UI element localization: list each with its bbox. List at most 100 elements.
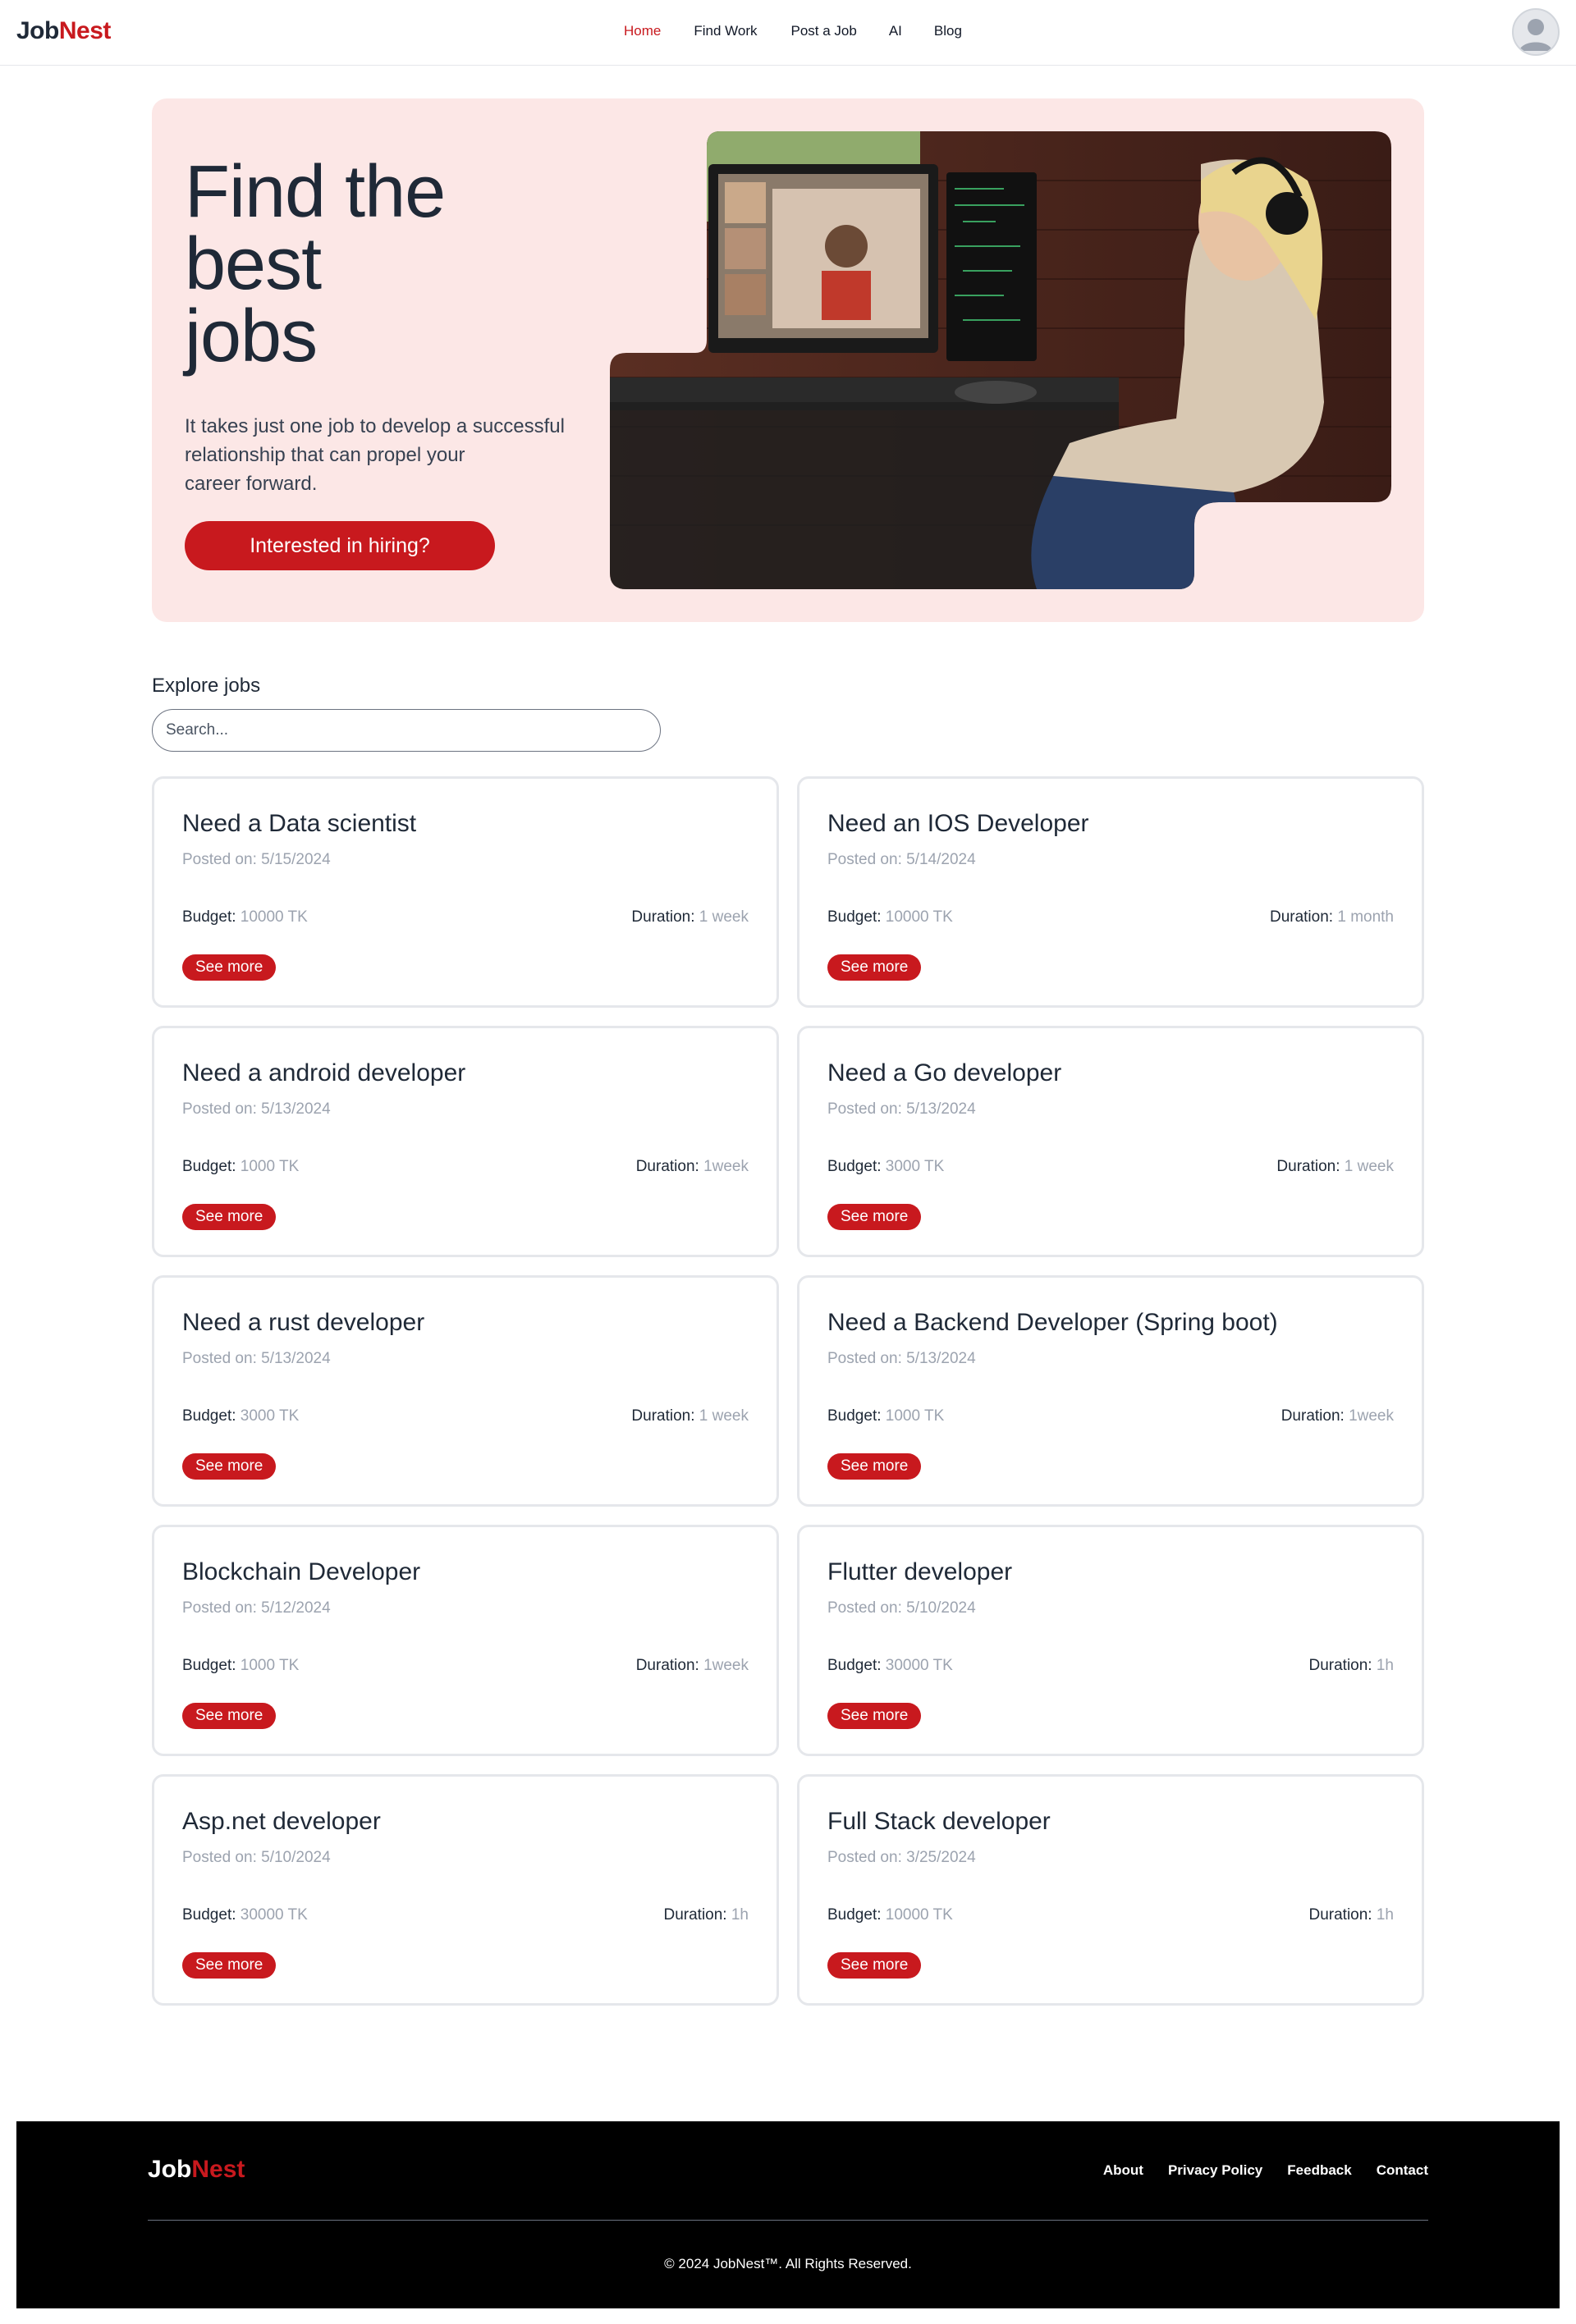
duration-label: Duration: bbox=[1280, 1407, 1349, 1425]
job-duration: Duration: 1 week bbox=[631, 1407, 749, 1425]
user-avatar-icon[interactable] bbox=[1512, 8, 1560, 56]
footer-link-contact[interactable]: Contact bbox=[1377, 2162, 1428, 2179]
job-duration: Duration: 1week bbox=[636, 1657, 749, 1675]
posted-date-value: 3/25/2024 bbox=[906, 1849, 976, 1866]
hero-subtitle: It takes just one job to develop a succe… bbox=[185, 412, 595, 498]
nav-link-ai[interactable]: AI bbox=[889, 23, 902, 39]
see-more-button[interactable]: See more bbox=[182, 1952, 277, 1979]
job-title[interactable]: Blockchain Developer bbox=[182, 1558, 420, 1586]
duration-value: 1week bbox=[703, 1158, 749, 1175]
copyright-text: © 2024 JobNest™. All Rights Reserved. bbox=[664, 2256, 912, 2271]
budget-value: 10000 TK bbox=[240, 908, 308, 926]
hero-title-line-3: jobs bbox=[185, 295, 318, 377]
posted-date-value: 5/10/2024 bbox=[261, 1849, 331, 1866]
hero-banner: Find the best jobs It takes just one job… bbox=[152, 98, 1424, 622]
job-card: Full Stack developer Posted on: 3/25/202… bbox=[797, 1774, 1424, 2006]
nav-link-post-a-job[interactable]: Post a Job bbox=[791, 23, 857, 39]
job-posted-date: Posted on: 5/13/2024 bbox=[827, 1350, 976, 1368]
hero-title: Find the best jobs bbox=[185, 155, 529, 373]
budget-label: Budget: bbox=[182, 1906, 241, 1924]
job-posted-date: Posted on: 5/12/2024 bbox=[182, 1599, 331, 1617]
job-posted-date: Posted on: 5/10/2024 bbox=[182, 1849, 331, 1867]
budget-label: Budget: bbox=[827, 1906, 886, 1924]
posted-on-label: Posted on: bbox=[827, 1100, 907, 1118]
job-duration: Duration: 1h bbox=[1308, 1906, 1394, 1924]
duration-label: Duration: bbox=[635, 1158, 704, 1175]
job-title[interactable]: Need an IOS Developer bbox=[827, 810, 1089, 838]
job-budget: Budget: 10000 TK bbox=[827, 908, 953, 926]
job-duration: Duration: 1h bbox=[663, 1906, 749, 1924]
nav-link-home[interactable]: Home bbox=[624, 23, 661, 39]
see-more-button[interactable]: See more bbox=[827, 1204, 922, 1230]
job-duration: Duration: 1 week bbox=[1276, 1158, 1394, 1176]
duration-label: Duration: bbox=[631, 908, 699, 926]
job-title[interactable]: Need a android developer bbox=[182, 1059, 465, 1087]
job-card: Need a Go developer Posted on: 5/13/2024… bbox=[797, 1026, 1424, 1257]
duration-label: Duration: bbox=[1269, 908, 1338, 926]
job-budget: Budget: 1000 TK bbox=[182, 1158, 299, 1176]
see-more-button[interactable]: See more bbox=[827, 1952, 922, 1979]
job-title[interactable]: Need a Go developer bbox=[827, 1059, 1061, 1087]
footer-logo-job-text: Job bbox=[148, 2156, 192, 2183]
budget-label: Budget: bbox=[827, 1158, 886, 1175]
see-more-button[interactable]: See more bbox=[182, 1453, 277, 1480]
budget-value: 10000 TK bbox=[885, 1906, 953, 1924]
job-posted-date: Posted on: 5/13/2024 bbox=[182, 1100, 331, 1119]
posted-on-label: Posted on: bbox=[182, 1350, 262, 1367]
job-title[interactable]: Asp.net developer bbox=[182, 1808, 381, 1836]
job-title[interactable]: Need a Data scientist bbox=[182, 810, 416, 838]
duration-label: Duration: bbox=[1308, 1906, 1377, 1924]
job-card: Need an IOS Developer Posted on: 5/14/20… bbox=[797, 776, 1424, 1008]
see-more-button[interactable]: See more bbox=[182, 954, 277, 981]
hero-subtitle-line-2: relationship that can propel your bbox=[185, 444, 465, 466]
nav-links: Home Find Work Post a Job AI Blog bbox=[624, 23, 962, 39]
explore-jobs-heading: Explore jobs bbox=[152, 675, 261, 697]
posted-on-label: Posted on: bbox=[182, 1599, 262, 1617]
posted-on-label: Posted on: bbox=[827, 851, 907, 868]
job-duration: Duration: 1 month bbox=[1270, 908, 1394, 926]
duration-label: Duration: bbox=[635, 1657, 704, 1674]
duration-value: 1 month bbox=[1337, 908, 1394, 926]
job-title[interactable]: Full Stack developer bbox=[827, 1808, 1051, 1836]
budget-value: 10000 TK bbox=[885, 908, 953, 926]
duration-label: Duration: bbox=[663, 1906, 731, 1924]
footer-link-privacy-policy[interactable]: Privacy Policy bbox=[1168, 2162, 1262, 2179]
posted-date-value: 5/12/2024 bbox=[261, 1599, 331, 1617]
job-budget: Budget: 1000 TK bbox=[182, 1657, 299, 1675]
posted-on-label: Posted on: bbox=[827, 1849, 907, 1866]
posted-date-value: 5/15/2024 bbox=[261, 851, 331, 868]
see-more-button[interactable]: See more bbox=[182, 1204, 277, 1230]
hero-title-line-1: Find the bbox=[185, 151, 446, 233]
job-title[interactable]: Need a Backend Developer (Spring boot) bbox=[827, 1309, 1278, 1337]
see-more-button[interactable]: See more bbox=[827, 1703, 922, 1729]
job-title[interactable]: Need a rust developer bbox=[182, 1309, 424, 1337]
job-budget: Budget: 3000 TK bbox=[827, 1158, 944, 1176]
posted-on-label: Posted on: bbox=[827, 1350, 907, 1367]
search-input[interactable] bbox=[152, 709, 661, 752]
footer-divider bbox=[148, 2220, 1428, 2221]
job-posted-date: Posted on: 5/14/2024 bbox=[827, 851, 976, 869]
duration-value: 1week bbox=[1349, 1407, 1394, 1425]
nav-link-find-work[interactable]: Find Work bbox=[694, 23, 757, 39]
posted-date-value: 5/13/2024 bbox=[261, 1100, 331, 1118]
brand-logo[interactable]: JobNest bbox=[16, 17, 111, 45]
footer-link-feedback[interactable]: Feedback bbox=[1287, 2162, 1351, 2179]
hero-title-line-2: best bbox=[185, 223, 322, 305]
budget-label: Budget: bbox=[827, 908, 886, 926]
posted-date-value: 5/13/2024 bbox=[261, 1350, 331, 1367]
job-posted-date: Posted on: 5/13/2024 bbox=[827, 1100, 976, 1119]
see-more-button[interactable]: See more bbox=[827, 1453, 922, 1480]
posted-date-value: 5/10/2024 bbox=[906, 1599, 976, 1617]
see-more-button[interactable]: See more bbox=[182, 1703, 277, 1729]
nav-link-blog[interactable]: Blog bbox=[934, 23, 962, 39]
budget-value: 1000 TK bbox=[885, 1407, 945, 1425]
footer-link-about[interactable]: About bbox=[1103, 2162, 1143, 2179]
site-footer: JobNest About Privacy Policy Feedback Co… bbox=[16, 2121, 1560, 2308]
interested-in-hiring-button[interactable]: Interested in hiring? bbox=[185, 521, 495, 570]
see-more-button[interactable]: See more bbox=[827, 954, 922, 981]
duration-value: 1 week bbox=[1344, 1158, 1394, 1175]
footer-logo[interactable]: JobNest bbox=[148, 2156, 245, 2184]
job-title[interactable]: Flutter developer bbox=[827, 1558, 1012, 1586]
budget-value: 3000 TK bbox=[240, 1407, 300, 1425]
job-posted-date: Posted on: 5/13/2024 bbox=[182, 1350, 331, 1368]
